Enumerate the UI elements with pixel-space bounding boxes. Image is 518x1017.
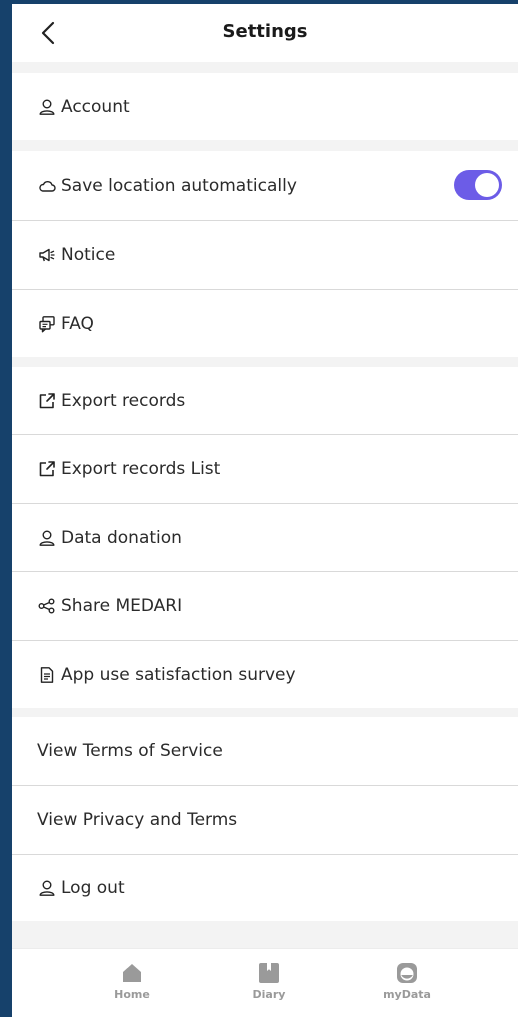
export-icon (37, 460, 56, 479)
mydata-icon (397, 963, 417, 983)
tab-home[interactable]: Home (92, 957, 172, 1013)
chevron-left-icon (41, 21, 55, 45)
settings-item-survey[interactable]: App use satisfaction survey (12, 641, 518, 708)
settings-item-label: Notice (61, 245, 116, 265)
settings-item-share[interactable]: Share MEDARI (12, 572, 518, 641)
person-icon (37, 879, 56, 898)
bottom-tab-bar: Home Diary myData (12, 948, 518, 1017)
tab-mydata[interactable]: myData (367, 957, 447, 1013)
settings-item-label: Export records (61, 390, 186, 411)
save-location-toggle[interactable] (454, 170, 502, 200)
settings-item-label: Log out (61, 878, 125, 898)
settings-item-label: Data donation (61, 527, 182, 548)
settings-item-account[interactable]: Account (12, 73, 518, 140)
settings-item-label: Account (61, 96, 130, 117)
tab-diary[interactable]: Diary (229, 957, 309, 1013)
share-icon (37, 597, 56, 616)
settings-item-privacy[interactable]: View Privacy and Terms (12, 786, 518, 855)
section-gap (12, 357, 518, 367)
person-icon (37, 528, 56, 547)
section-gap (12, 708, 518, 717)
megaphone-icon (37, 246, 56, 265)
faq-icon (37, 314, 56, 333)
settings-item-faq[interactable]: FAQ (12, 290, 518, 357)
page-title: Settings (222, 21, 308, 42)
settings-screen: Settings Account Save location automatic… (12, 0, 518, 1017)
header: Settings (12, 4, 518, 62)
home-icon (123, 964, 141, 982)
back-button[interactable] (36, 18, 64, 48)
settings-item-label: Save location automatically (61, 175, 297, 196)
person-icon (37, 97, 56, 116)
diary-icon (259, 963, 279, 983)
tab-label: myData (383, 988, 431, 1001)
section-gap (12, 62, 518, 73)
section-gap (12, 140, 518, 151)
settings-item-label: Share MEDARI (61, 596, 183, 616)
cloud-icon (37, 176, 56, 195)
settings-item-export-records[interactable]: Export records (12, 367, 518, 435)
tab-label: Diary (252, 988, 286, 1001)
settings-item-terms-of-service[interactable]: View Terms of Service (12, 717, 518, 786)
settings-item-label: FAQ (61, 313, 94, 334)
settings-item-notice[interactable]: Notice (12, 221, 518, 290)
settings-item-data-donation[interactable]: Data donation (12, 504, 518, 572)
toggle-knob (475, 173, 499, 197)
settings-item-label: View Terms of Service (37, 741, 223, 761)
settings-item-save-location[interactable]: Save location automatically (12, 151, 518, 221)
settings-item-label: Export records List (61, 459, 221, 479)
tab-label: Home (114, 988, 150, 1001)
document-icon (37, 665, 56, 684)
settings-item-label: App use satisfaction survey (61, 664, 296, 685)
export-icon (37, 391, 56, 410)
section-gap (12, 921, 518, 948)
settings-item-export-records-list[interactable]: Export records List (12, 435, 518, 504)
settings-item-logout[interactable]: Log out (12, 855, 518, 921)
settings-item-label: View Privacy and Terms (37, 810, 238, 830)
